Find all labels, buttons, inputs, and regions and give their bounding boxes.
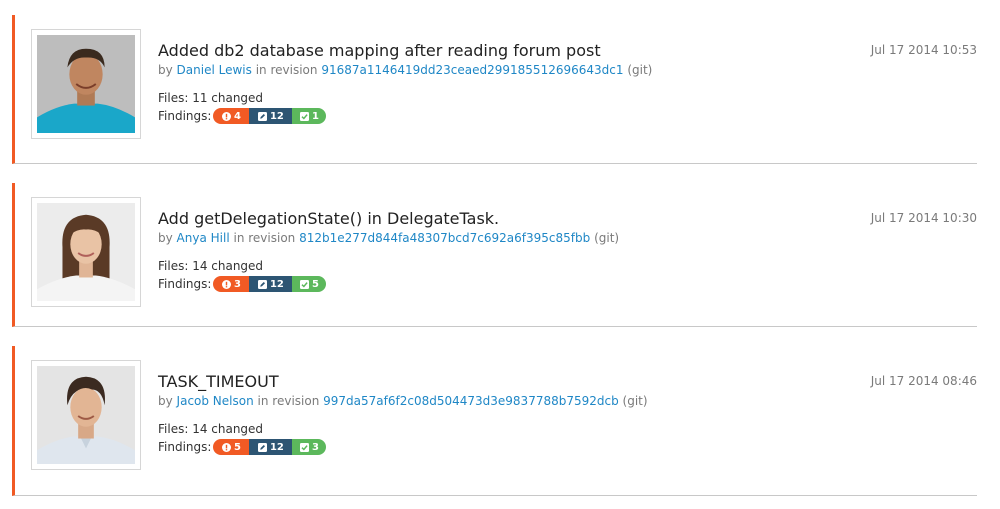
findings-ok-count: 1 bbox=[311, 110, 319, 122]
in-revision-label: in revision bbox=[233, 231, 296, 245]
findings-badges: 5 12 3 bbox=[213, 439, 327, 455]
pencil-square-icon bbox=[257, 279, 267, 289]
findings-ok-badge[interactable]: 5 bbox=[292, 276, 327, 292]
files-changed: Files: 14 changed bbox=[158, 422, 264, 436]
in-revision-label: in revision bbox=[255, 63, 318, 77]
findings-badges: 3 12 5 bbox=[213, 276, 327, 292]
check-square-icon bbox=[299, 279, 309, 289]
findings-edits-count: 12 bbox=[269, 441, 284, 453]
files-changed: Files: 14 changed bbox=[158, 259, 264, 273]
author-link[interactable]: Anya Hill bbox=[177, 231, 230, 245]
findings: Findings: 4 12 1 bbox=[158, 108, 327, 124]
findings-edits-count: 12 bbox=[269, 278, 284, 290]
commit-item: Added db2 database mapping after reading… bbox=[12, 15, 977, 164]
commit-item: TASK_TIMEOUT by Jacob Nelson in revision… bbox=[12, 346, 977, 496]
commit-date: Jul 17 2014 10:53 bbox=[870, 43, 977, 57]
avatar-photo bbox=[37, 366, 135, 464]
exclamation-circle-icon bbox=[221, 442, 231, 452]
commit-meta: by Daniel Lewis in revision 91687a114641… bbox=[158, 63, 652, 77]
findings-edits-count: 12 bbox=[269, 110, 284, 122]
commit-item: Add getDelegationState() in DelegateTask… bbox=[12, 183, 977, 327]
check-square-icon bbox=[299, 111, 309, 121]
author-link[interactable]: Daniel Lewis bbox=[177, 63, 252, 77]
vcs-label: (git) bbox=[627, 63, 653, 77]
exclamation-circle-icon bbox=[221, 111, 231, 121]
revision-link[interactable]: 812b1e277d844fa48307bcd7c692a6f395c85fbb bbox=[299, 231, 590, 245]
findings-errors-count: 3 bbox=[233, 278, 241, 290]
findings-label: Findings: bbox=[158, 440, 212, 454]
avatar[interactable] bbox=[31, 29, 141, 139]
commit-title[interactable]: Add getDelegationState() in DelegateTask… bbox=[158, 209, 499, 228]
commit-list: Added db2 database mapping after reading… bbox=[0, 0, 1000, 509]
findings-ok-badge[interactable]: 3 bbox=[292, 439, 327, 455]
avatar[interactable] bbox=[31, 360, 141, 470]
by-label: by bbox=[158, 63, 173, 77]
commit-meta: by Anya Hill in revision 812b1e277d844fa… bbox=[158, 231, 619, 245]
vcs-label: (git) bbox=[594, 231, 620, 245]
commit-title[interactable]: Added db2 database mapping after reading… bbox=[158, 41, 601, 60]
check-square-icon bbox=[299, 442, 309, 452]
author-link[interactable]: Jacob Nelson bbox=[177, 394, 254, 408]
findings-edits-badge[interactable]: 12 bbox=[249, 439, 293, 455]
pencil-square-icon bbox=[257, 442, 267, 452]
commit-date: Jul 17 2014 08:46 bbox=[870, 374, 977, 388]
avatar-photo bbox=[37, 203, 135, 301]
findings-errors-badge[interactable]: 5 bbox=[213, 439, 250, 455]
findings-ok-count: 5 bbox=[311, 278, 319, 290]
findings-ok-count: 3 bbox=[311, 441, 319, 453]
avatar[interactable] bbox=[31, 197, 141, 307]
findings-edits-badge[interactable]: 12 bbox=[249, 108, 293, 124]
files-changed: Files: 11 changed bbox=[158, 91, 264, 105]
exclamation-circle-icon bbox=[221, 279, 231, 289]
in-revision-label: in revision bbox=[257, 394, 320, 408]
commit-date: Jul 17 2014 10:30 bbox=[870, 211, 977, 225]
findings-errors-count: 4 bbox=[233, 110, 241, 122]
findings-errors-count: 5 bbox=[233, 441, 241, 453]
avatar-photo bbox=[37, 35, 135, 133]
by-label: by bbox=[158, 231, 173, 245]
findings-ok-badge[interactable]: 1 bbox=[292, 108, 327, 124]
findings-edits-badge[interactable]: 12 bbox=[249, 276, 293, 292]
findings-label: Findings: bbox=[158, 277, 212, 291]
findings-errors-badge[interactable]: 4 bbox=[213, 108, 250, 124]
revision-link[interactable]: 91687a1146419dd23ceaed299185512696643dc1 bbox=[321, 63, 623, 77]
commit-title[interactable]: TASK_TIMEOUT bbox=[158, 372, 279, 391]
pencil-square-icon bbox=[257, 111, 267, 121]
revision-link[interactable]: 997da57af6f2c08d504473d3e9837788b7592dcb bbox=[323, 394, 619, 408]
commit-meta: by Jacob Nelson in revision 997da57af6f2… bbox=[158, 394, 648, 408]
vcs-label: (git) bbox=[622, 394, 648, 408]
by-label: by bbox=[158, 394, 173, 408]
findings: Findings: 3 12 5 bbox=[158, 276, 327, 292]
findings-errors-badge[interactable]: 3 bbox=[213, 276, 250, 292]
findings-label: Findings: bbox=[158, 109, 212, 123]
findings: Findings: 5 12 3 bbox=[158, 439, 327, 455]
findings-badges: 4 12 1 bbox=[213, 108, 327, 124]
